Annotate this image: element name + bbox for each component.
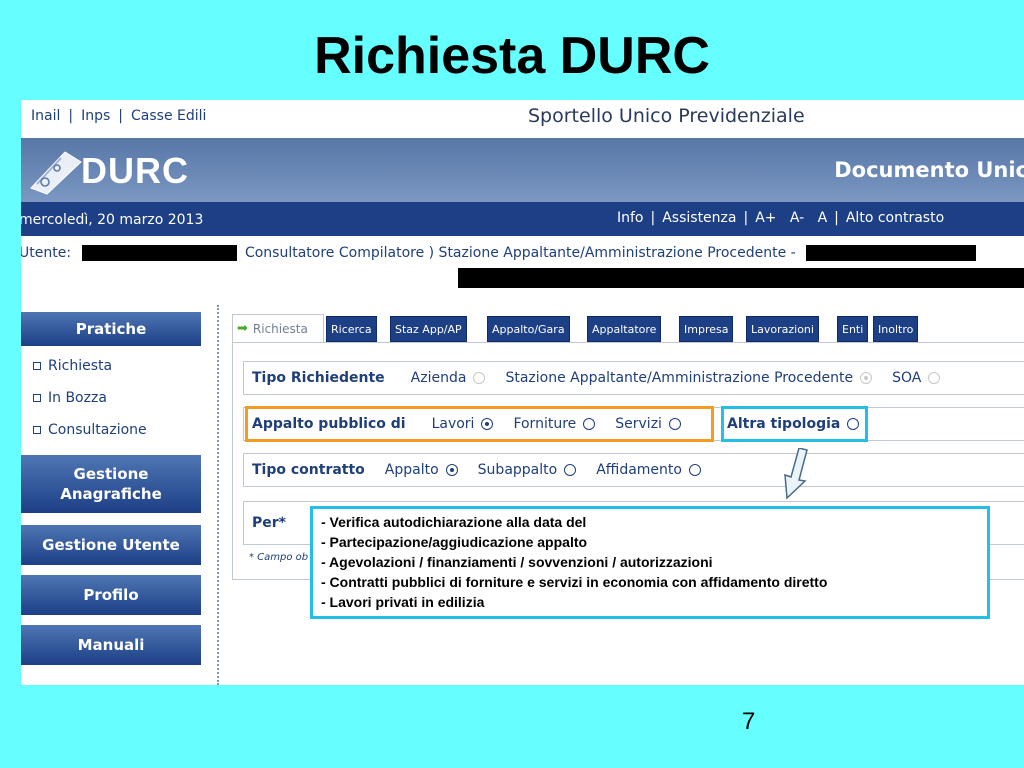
user-label: Utente: — [21, 245, 72, 261]
radio-icon — [564, 464, 577, 476]
sidebar-gestione-anagrafiche[interactable]: Gestione Anagrafiche — [21, 455, 201, 513]
separator: | — [650, 210, 656, 226]
slide-title: Richiesta DURC — [314, 27, 710, 85]
option-label: Subappalto — [477, 462, 558, 478]
menu-assistenza[interactable]: Assistenza — [662, 210, 736, 226]
utility-menu: Info | Assistenza | A+ A- A | Alto contrasto — [617, 210, 944, 226]
option-label: Altra tipologia — [727, 416, 841, 432]
menu-info[interactable]: Info — [617, 210, 644, 226]
date-bar: mercoledì, 20 marzo 2013 Info | Assistenza… — [21, 202, 1024, 236]
tab-ricerca[interactable]: Ricerca — [326, 316, 377, 342]
banner: DURC Documento Unic — [21, 138, 1024, 202]
menu-font-normal[interactable]: A — [818, 210, 828, 226]
callout-line: - Verifica autodichiarazione alla data d… — [321, 514, 587, 530]
option-label: Azienda — [410, 370, 467, 386]
highlight-appalto-pubblico — [245, 406, 714, 442]
callout-line: - Lavori privati in edilizia — [321, 594, 485, 610]
option-label: Affidamento — [596, 462, 682, 478]
tab-lavorazioni[interactable]: Lavorazioni — [746, 316, 819, 342]
sidebar-link-label: In Bozza — [48, 390, 107, 406]
tab-impresa[interactable]: Impresa — [679, 316, 734, 342]
arrow-right-icon: ➡ — [237, 321, 248, 336]
tab-richiesta[interactable]: ➡ Richiesta — [232, 314, 324, 342]
separator: | — [834, 210, 839, 226]
field-label: Per* — [252, 515, 286, 531]
radio-icon — [445, 464, 458, 476]
callout-line: - Partecipazione/aggiudicazione appalto — [321, 534, 588, 550]
menu-font-increase[interactable]: A+ — [755, 210, 776, 226]
sidebar-profilo[interactable]: Profilo — [21, 575, 201, 615]
option-label: SOA — [892, 370, 922, 386]
bullet-icon — [33, 362, 41, 370]
sidebar-link-label: Richiesta — [48, 358, 113, 374]
tab-appalto-gara[interactable]: Appalto/Gara — [487, 316, 570, 342]
sidebar-link-consultazione[interactable]: Consultazione — [33, 422, 147, 438]
tab-label: Richiesta — [252, 321, 308, 336]
tab-enti[interactable]: Enti — [837, 316, 869, 342]
radio-icon — [928, 372, 941, 384]
radio-icon — [847, 418, 860, 430]
current-date: mercoledì, 20 marzo 2013 — [21, 212, 204, 228]
radio-icon — [860, 372, 873, 384]
sidebar-manuali[interactable]: Manuali — [21, 625, 201, 665]
redacted-entity-line — [458, 268, 1024, 288]
callout-line: - Contratti pubblici di forniture e serv… — [321, 574, 828, 590]
banner-document-title: Documento Unic — [834, 158, 1024, 182]
sidebar-item-label: Gestione — [73, 465, 149, 483]
screenshot: Inail | Inps | Casse Edili Sportello Unico P… — [21, 100, 1024, 685]
callout-line: - Agevolazioni / finanziamenti / sovvenz… — [321, 554, 713, 570]
page-number: 7 — [742, 708, 756, 735]
field-label: Tipo Richiedente — [252, 370, 385, 386]
option-soa[interactable]: SOA — [892, 370, 941, 386]
option-altra-tipologia[interactable]: Altra tipologia — [727, 416, 860, 432]
sidebar-pratiche-header[interactable]: Pratiche — [21, 312, 201, 346]
link-casse-edili[interactable]: Casse Edili — [131, 108, 206, 124]
redacted-user — [81, 245, 237, 261]
tab-appaltatore[interactable]: Appaltatore — [587, 316, 662, 342]
row-tipo-richiedente: Tipo Richiedente Azienda Stazione Appalt… — [243, 361, 1024, 395]
option-affidamento[interactable]: Affidamento — [596, 462, 701, 478]
durc-logo-icon — [30, 151, 82, 195]
link-inail[interactable]: Inail — [31, 108, 60, 124]
radio-icon — [473, 372, 486, 384]
bullet-icon — [33, 426, 41, 434]
row-tipo-contratto: Tipo contratto Appalto Subappalto Affida… — [243, 453, 1024, 487]
link-inps[interactable]: Inps — [81, 108, 110, 124]
option-label: Appalto — [384, 462, 439, 478]
sidebar-divider — [217, 305, 219, 685]
menu-font-decrease[interactable]: A- — [790, 210, 804, 226]
required-field-note: * Campo ob — [249, 552, 309, 563]
sidebar-link-richiesta[interactable]: Richiesta — [33, 358, 112, 374]
separator: | — [118, 108, 123, 124]
sidebar-gestione-utente[interactable]: Gestione Utente — [21, 525, 201, 565]
option-label: Stazione Appaltante/Amministrazione Proc… — [505, 370, 854, 386]
option-subappalto[interactable]: Subappalto — [478, 462, 577, 478]
tab-inoltro[interactable]: Inoltro — [873, 316, 919, 342]
portal-title: Sportello Unico Previdenziale — [528, 105, 805, 127]
option-azienda[interactable]: Azienda — [411, 370, 486, 386]
pointer-arrow-icon — [784, 448, 808, 500]
sidebar-link-in-bozza[interactable]: In Bozza — [33, 390, 107, 406]
option-appalto[interactable]: Appalto — [385, 462, 458, 478]
user-roles: Consultatore Compilatore ) Stazione Appa… — [244, 245, 796, 261]
callout-box: - Verifica autodichiarazione alla data d… — [310, 506, 990, 619]
tab-staz-app[interactable]: Staz App/AP — [390, 316, 467, 342]
logo-text: DURC — [81, 150, 189, 191]
field-label: Tipo contratto — [252, 462, 365, 478]
separator: | — [68, 108, 74, 124]
sidebar-link-label: Consultazione — [48, 422, 147, 438]
separator: | — [743, 210, 749, 226]
user-line: Utente: Consultatore Compilatore ) Stazi… — [21, 245, 977, 261]
institution-links: Inail | Inps | Casse Edili — [31, 108, 206, 124]
option-stazione-appaltante[interactable]: Stazione Appaltante/Amministrazione Proc… — [505, 370, 873, 386]
top-bar: Inail | Inps | Casse Edili Sportello Unico P… — [21, 100, 1024, 138]
sidebar-item-label: Anagrafiche — [60, 485, 162, 503]
radio-icon — [688, 464, 701, 476]
bullet-icon — [33, 394, 41, 402]
menu-high-contrast[interactable]: Alto contrasto — [846, 210, 944, 226]
redacted-entity — [806, 245, 977, 261]
